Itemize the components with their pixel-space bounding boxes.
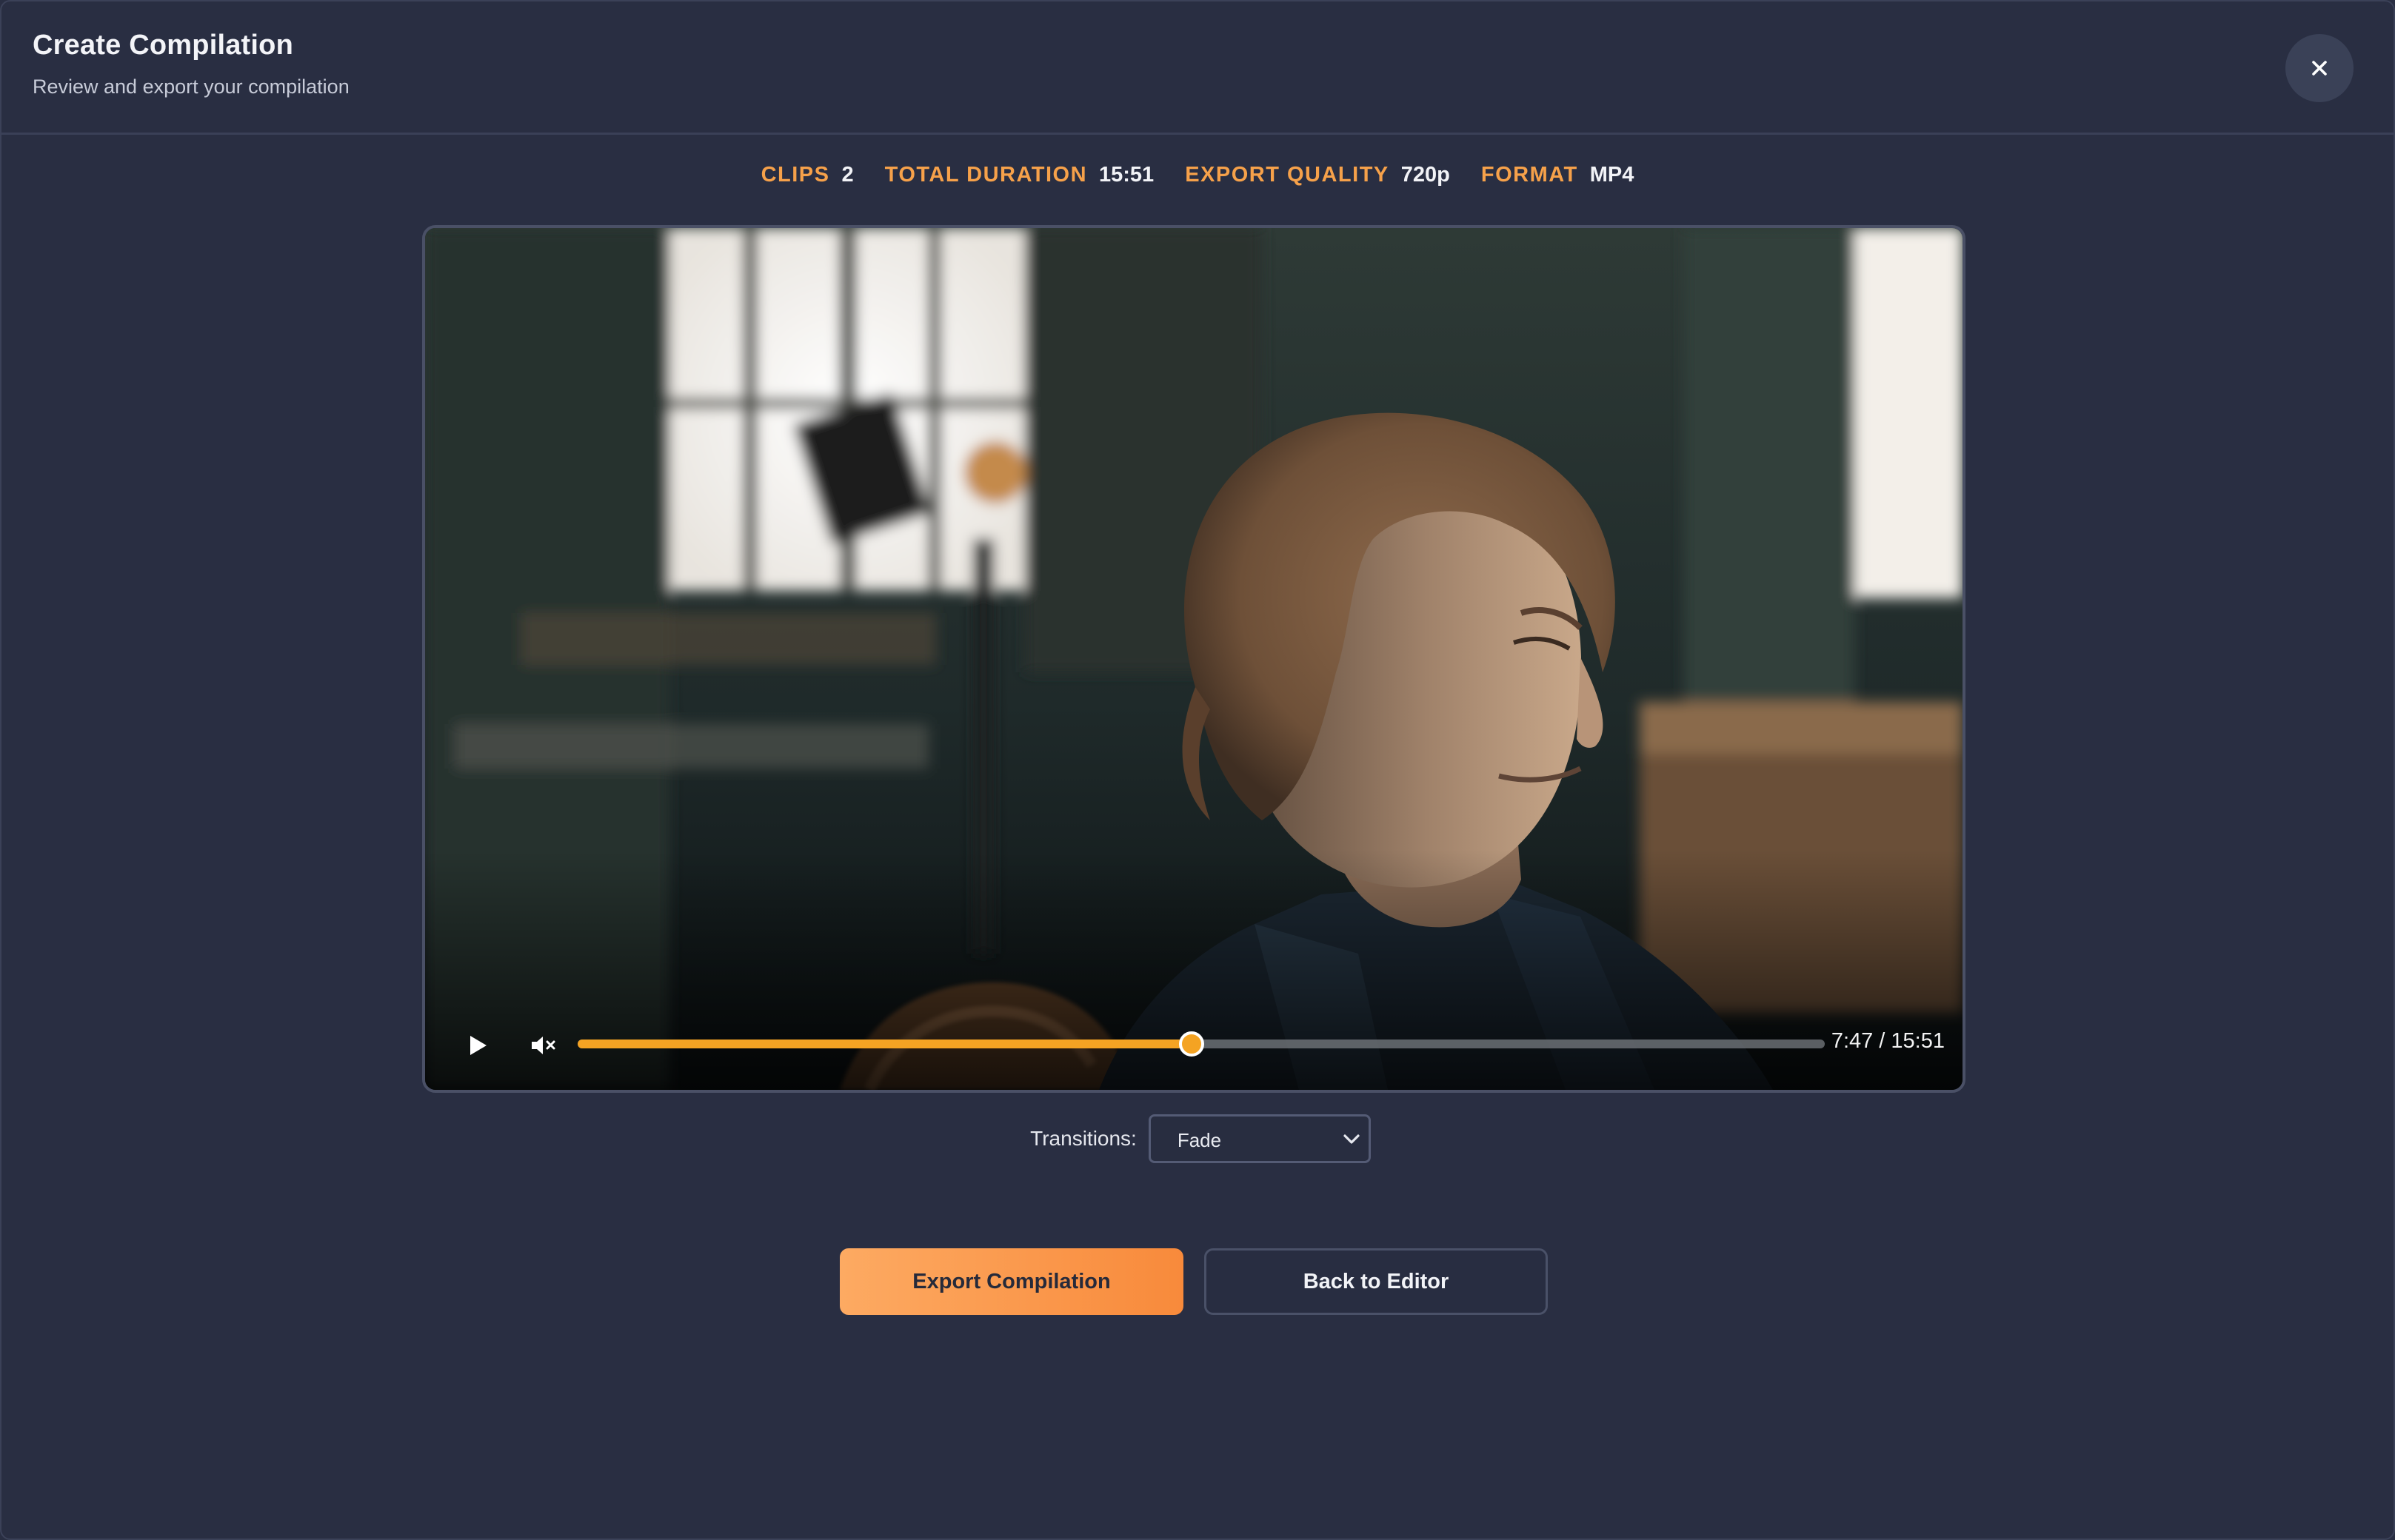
stat-total-duration: TOTAL DURATION 15:51 bbox=[885, 163, 1155, 187]
export-compilation-button[interactable]: Export Compilation bbox=[840, 1248, 1183, 1315]
stat-value: 720p bbox=[1400, 162, 1450, 187]
transitions-select[interactable]: Fade bbox=[1148, 1114, 1371, 1163]
close-button[interactable] bbox=[2285, 34, 2354, 102]
stat-label: TOTAL DURATION bbox=[884, 162, 1088, 187]
volume-muted-icon bbox=[532, 1037, 555, 1054]
player-controls: 7:47 / 15:51 bbox=[425, 228, 1963, 1090]
play-button[interactable] bbox=[458, 1025, 499, 1066]
stat-label: EXPORT QUALITY bbox=[1185, 162, 1389, 187]
transitions-selected-value: Fade bbox=[1177, 1129, 1222, 1151]
stat-label: CLIPS bbox=[761, 162, 830, 187]
time-display: 7:47 / 15:51 bbox=[1831, 1029, 1945, 1053]
stat-value: 15:51 bbox=[1099, 162, 1155, 187]
transitions-control: Transitions: Fade bbox=[1, 1114, 2394, 1163]
stat-label: FORMAT bbox=[1480, 162, 1578, 187]
play-icon bbox=[470, 1036, 487, 1055]
chevron-down-icon bbox=[1343, 1134, 1360, 1144]
create-compilation-modal: Create Compilation Review and export you… bbox=[0, 0, 2395, 1540]
stat-export-quality: EXPORT QUALITY 720p bbox=[1185, 163, 1450, 187]
compilation-stats: CLIPS 2 TOTAL DURATION 15:51 EXPORT QUAL… bbox=[1, 158, 2394, 191]
close-icon bbox=[2312, 61, 2327, 76]
mute-button[interactable] bbox=[521, 1025, 566, 1066]
stat-clips: CLIPS 2 bbox=[761, 163, 854, 187]
transitions-label: Transitions: bbox=[1030, 1127, 1137, 1150]
seek-bar-progress bbox=[578, 1040, 1190, 1048]
back-to-editor-button[interactable]: Back to Editor bbox=[1204, 1248, 1548, 1315]
modal-header: Create Compilation Review and export you… bbox=[1, 1, 2394, 135]
stat-format: FORMAT MP4 bbox=[1481, 163, 1634, 187]
stat-value: MP4 bbox=[1589, 162, 1634, 187]
seek-bar[interactable] bbox=[578, 1031, 1825, 1057]
seek-bar-thumb[interactable] bbox=[1178, 1031, 1204, 1057]
modal-subtitle: Review and export your compilation bbox=[33, 76, 350, 98]
stat-value: 2 bbox=[841, 162, 854, 187]
modal-title: Create Compilation bbox=[33, 30, 293, 61]
video-player[interactable]: 7:47 / 15:51 bbox=[422, 225, 1965, 1093]
